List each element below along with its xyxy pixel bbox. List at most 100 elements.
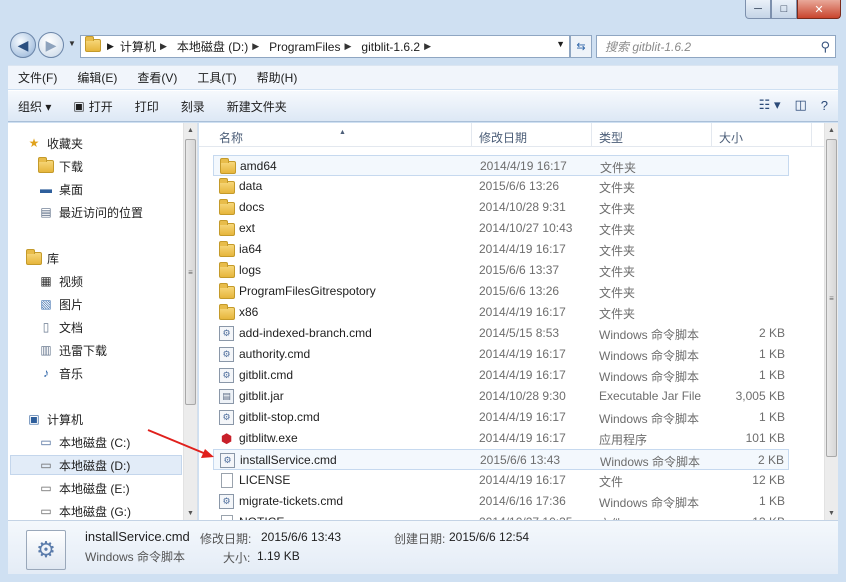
file-type: 文件 bbox=[599, 475, 624, 489]
nav-videos[interactable]: ▦ 视频 bbox=[38, 271, 83, 291]
scroll-down-icon[interactable]: ▼ bbox=[825, 506, 838, 520]
address-dropdown-icon[interactable]: ▼ bbox=[556, 39, 565, 49]
menu-file[interactable]: 文件(F) bbox=[18, 69, 57, 86]
file-row[interactable]: ⚙ gitblit.cmd 2014/4/19 16:17 Windows 命令脚本 1… bbox=[213, 365, 789, 386]
column-size[interactable]: 大小 bbox=[719, 129, 743, 146]
scroll-thumb[interactable]: ≡ bbox=[826, 139, 837, 457]
print-button[interactable]: 打印 bbox=[135, 98, 159, 115]
nav-favorites[interactable]: ★ 收藏夹 bbox=[26, 133, 83, 153]
minimize-button[interactable]: ─ bbox=[745, 0, 771, 19]
chevron-right-icon[interactable]: ▶ bbox=[252, 41, 259, 52]
nav-label: 下载 bbox=[59, 159, 84, 174]
document-icon: ▯ bbox=[42, 320, 50, 334]
scroll-up-icon[interactable]: ▲ bbox=[184, 123, 197, 137]
file-size: 2 KB bbox=[758, 326, 785, 340]
sort-ascending-icon: ▲ bbox=[339, 129, 346, 136]
star-icon: ★ bbox=[28, 136, 40, 150]
view-options-icon[interactable]: ☷ ▾ bbox=[759, 97, 781, 113]
breadcrumb-programfiles[interactable]: ProgramFiles ▶ bbox=[269, 40, 357, 54]
breadcrumb-computer[interactable]: 计算机 ▶ bbox=[120, 38, 173, 55]
nav-libraries[interactable]: 库 bbox=[26, 248, 59, 268]
file-row[interactable]: data 2015/6/6 13:26 文件夹 bbox=[213, 176, 789, 197]
folder-icon bbox=[219, 220, 235, 236]
open-button[interactable]: ▣ 打开 bbox=[73, 98, 112, 115]
file-row[interactable]: docs 2014/10/28 9:31 文件夹 bbox=[213, 197, 789, 218]
file-row[interactable]: ext 2014/10/27 10:43 文件夹 bbox=[213, 218, 789, 239]
address-bar[interactable]: ▶ 计算机 ▶ 本地磁盘 (D:) ▶ ProgramFiles ▶ gitblit-… bbox=[80, 35, 570, 58]
file-scrollbar[interactable]: ▲ ≡ ▼ bbox=[824, 123, 838, 520]
downloads-folder-icon bbox=[38, 156, 54, 173]
file-date: 2014/10/28 9:30 bbox=[479, 389, 566, 403]
file-row[interactable]: ⚙ migrate-tickets.cmd 2014/6/16 17:36 Windo… bbox=[213, 491, 789, 512]
scroll-thumb[interactable]: ≡ bbox=[185, 139, 196, 405]
column-type[interactable]: 类型 bbox=[599, 129, 623, 146]
details-created-label: 创建日期: bbox=[394, 532, 446, 546]
preview-pane-icon[interactable]: ◫ bbox=[794, 97, 806, 113]
file-type: Windows 命令脚本 bbox=[599, 496, 700, 510]
file-row[interactable]: ▤ gitblit.jar 2014/10/28 9:30 Executable Ja… bbox=[213, 386, 789, 407]
close-button[interactable]: ✕ bbox=[797, 0, 841, 19]
organize-button[interactable]: 组织 ▾ bbox=[18, 98, 51, 115]
details-modified-value: 2015/6/6 13:43 bbox=[261, 530, 342, 544]
file-row[interactable]: NOTICE2014/10/27 10:35文件13 KB bbox=[213, 512, 789, 520]
history-dropdown-icon[interactable]: ▼ bbox=[68, 39, 76, 48]
nav-recent-places[interactable]: ▤ 最近访问的位置 bbox=[38, 202, 143, 222]
breadcrumb-gitblit[interactable]: gitblit-1.6.2 ▶ bbox=[361, 40, 437, 54]
burn-button[interactable]: 刻录 bbox=[181, 98, 205, 115]
file-row[interactable]: ⚙ add-indexed-branch.cmd 2014/5/15 8:53 Win… bbox=[213, 323, 789, 344]
refresh-button[interactable]: ⇆ bbox=[570, 35, 592, 58]
details-size-label: 大小: bbox=[223, 551, 251, 565]
burn-label: 刻录 bbox=[180, 99, 205, 114]
maximize-button[interactable]: □ bbox=[771, 0, 797, 19]
search-icon[interactable]: ⚲ bbox=[820, 39, 830, 55]
file-row[interactable]: ⚙ installService.cmd 2015/6/6 13:43 Windows… bbox=[213, 449, 789, 470]
chevron-right-icon[interactable]: ▶ bbox=[424, 41, 431, 52]
scroll-up-icon[interactable]: ▲ bbox=[825, 123, 838, 137]
file-row[interactable]: x86 2014/4/19 16:17 文件夹 bbox=[213, 302, 789, 323]
nav-documents[interactable]: ▯ 文档 bbox=[38, 317, 83, 337]
desktop-icon: ▬ bbox=[40, 182, 52, 196]
file-size: 101 KB bbox=[745, 431, 785, 445]
new-folder-button[interactable]: 新建文件夹 bbox=[227, 98, 287, 115]
back-button[interactable]: ◀ bbox=[10, 32, 36, 58]
folder-icon bbox=[219, 178, 235, 194]
menu-view[interactable]: 查看(V) bbox=[137, 69, 177, 86]
file-row[interactable]: logs 2015/6/6 13:37 文件夹 bbox=[213, 260, 789, 281]
file-date: 2014/4/19 16:17 bbox=[480, 159, 567, 173]
forward-button[interactable]: ▶ bbox=[38, 32, 64, 58]
file-row[interactable]: ⚙ gitblit-stop.cmd 2014/4/19 16:17 Windows … bbox=[213, 407, 789, 428]
file-row[interactable]: LICENSE 2014/4/19 16:17 文件 12 KB bbox=[213, 470, 789, 491]
breadcrumb-drive-d[interactable]: 本地磁盘 (D:) ▶ bbox=[177, 38, 265, 55]
file-row[interactable]: ⚙ authority.cmd 2014/4/19 16:17 Windows 命令脚… bbox=[213, 344, 789, 365]
file-date: 2015/6/6 13:26 bbox=[479, 284, 560, 298]
menu-tools[interactable]: 工具(T) bbox=[197, 69, 236, 86]
file-row[interactable]: ia64 2014/4/19 16:17 文件夹 bbox=[213, 239, 789, 260]
nav-label: 最近访问的位置 bbox=[59, 205, 144, 220]
nav-computer[interactable]: ▣ 计算机 bbox=[26, 409, 83, 429]
nav-music[interactable]: ♪ 音乐 bbox=[38, 363, 83, 383]
jar-icon: ▤ bbox=[219, 389, 235, 404]
column-name[interactable]: 名称 bbox=[219, 129, 243, 146]
nav-thunder-downloads[interactable]: ▥ 迅雷下载 bbox=[38, 340, 107, 360]
column-date[interactable]: 修改日期 bbox=[479, 129, 527, 146]
menu-edit[interactable]: 编辑(E) bbox=[77, 69, 117, 86]
breadcrumb-label: 本地磁盘 (D:) bbox=[176, 40, 249, 54]
nav-pictures[interactable]: ▧ 图片 bbox=[38, 294, 83, 314]
scroll-down-icon[interactable]: ▼ bbox=[184, 506, 197, 520]
file-row[interactable]: ProgramFilesGitrespotory 2015/6/6 13:26 文件… bbox=[213, 281, 789, 302]
nav-desktop[interactable]: ▬ 桌面 bbox=[38, 179, 83, 199]
nav-drive-e[interactable]: ▭ 本地磁盘 (E:) bbox=[38, 478, 129, 498]
file-date: 2014/5/15 8:53 bbox=[479, 326, 560, 340]
nav-downloads[interactable]: 下载 bbox=[38, 156, 83, 176]
file-row[interactable]: ⬢ gitblitw.exe 2014/4/19 16:17 应用程序 101 KB bbox=[213, 428, 789, 449]
chevron-right-icon[interactable]: ▶ bbox=[344, 41, 351, 52]
file-type: 文件夹 bbox=[599, 286, 636, 300]
file-row[interactable]: amd64 2014/4/19 16:17 文件夹 bbox=[213, 155, 789, 176]
chevron-right-icon[interactable]: ▶ bbox=[160, 41, 167, 52]
nav-drive-c[interactable]: ▭ 本地磁盘 (C:) bbox=[38, 432, 130, 452]
help-icon[interactable]: ? bbox=[821, 98, 828, 113]
details-size-value: 1.19 KB bbox=[257, 549, 300, 563]
nav-drive-g[interactable]: ▭ 本地磁盘 (G:) bbox=[38, 501, 131, 520]
menu-help[interactable]: 帮助(H) bbox=[257, 69, 298, 86]
search-input[interactable]: 搜索 gitblit-1.6.2 ⚲ bbox=[596, 35, 836, 58]
